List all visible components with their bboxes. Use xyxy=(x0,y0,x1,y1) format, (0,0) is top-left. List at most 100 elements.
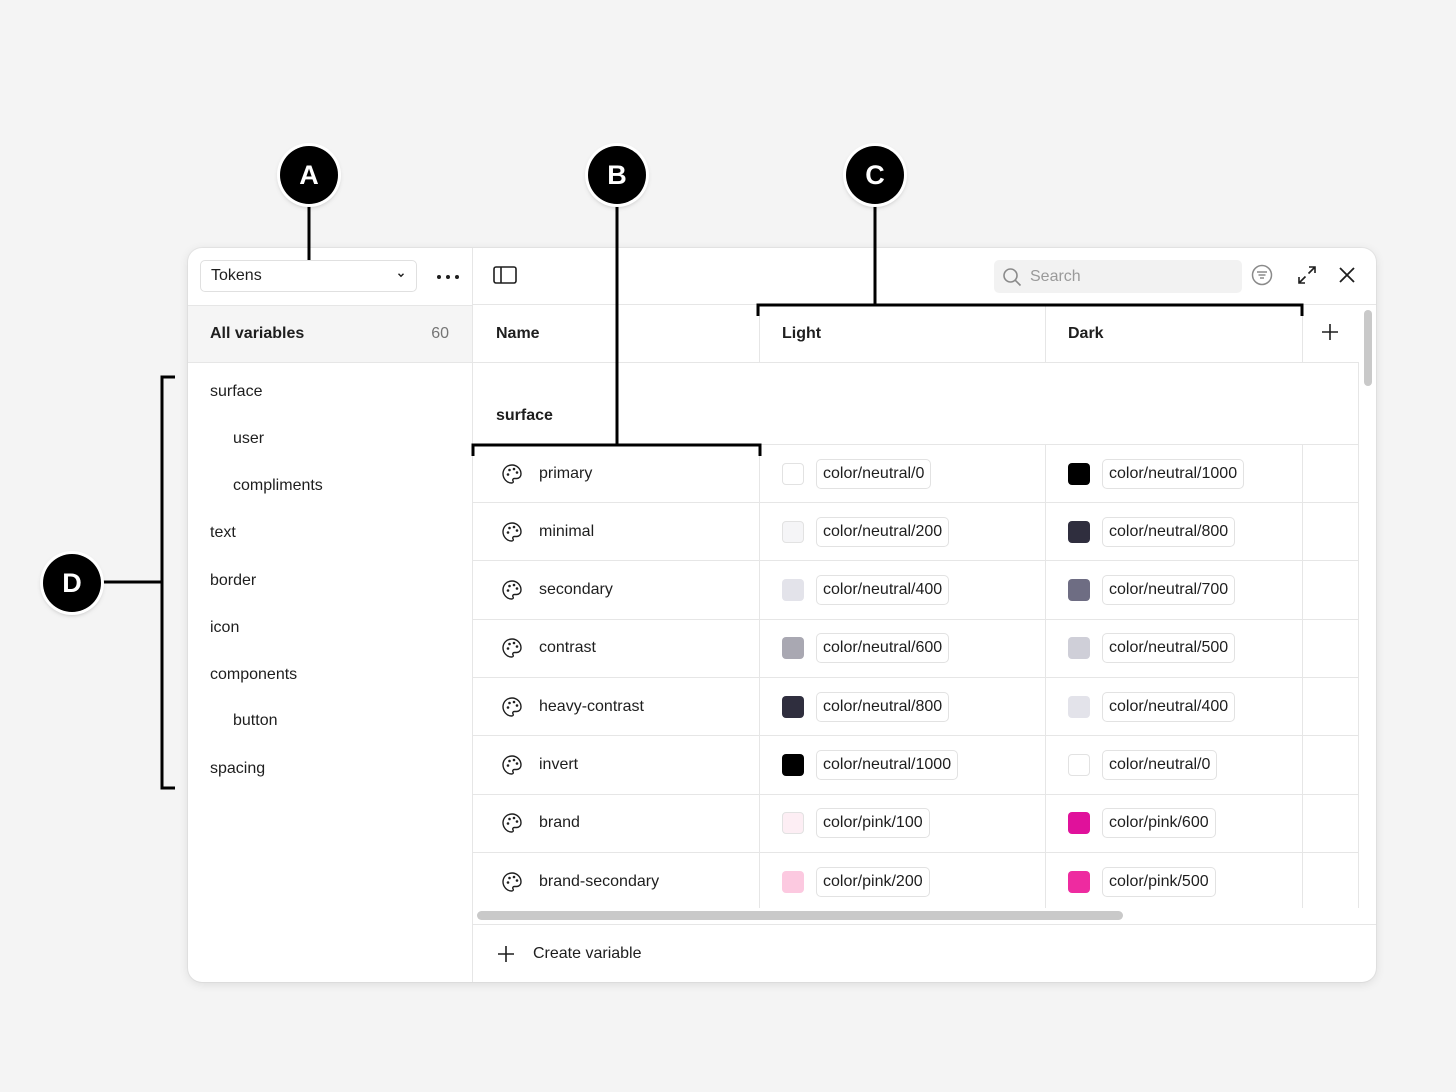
color-swatch[interactable] xyxy=(782,520,804,543)
color-swatch[interactable] xyxy=(782,695,804,718)
dark-value-cell[interactable]: color/neutral/1000 xyxy=(1068,445,1245,502)
alias-pill[interactable]: color/pink/500 xyxy=(1102,866,1216,897)
sidebar-group-label: button xyxy=(233,712,278,729)
light-value-cell[interactable]: color/neutral/200 xyxy=(782,503,950,560)
alias-pill[interactable]: color/neutral/700 xyxy=(1102,575,1236,606)
sidebar-group-spacing[interactable]: spacing xyxy=(188,749,472,789)
light-value-cell[interactable]: color/neutral/600 xyxy=(782,620,950,677)
expand-button[interactable] xyxy=(1293,263,1321,291)
more-options-button[interactable] xyxy=(434,264,462,288)
sidebar-group-button[interactable]: button xyxy=(188,701,472,741)
color-swatch[interactable] xyxy=(782,637,804,660)
color-swatch[interactable] xyxy=(1068,695,1090,718)
light-value-cell[interactable]: color/neutral/800 xyxy=(782,678,950,735)
variable-name-cell[interactable]: brand xyxy=(501,795,580,852)
dark-value-cell[interactable]: color/neutral/500 xyxy=(1068,620,1236,677)
all-variables-count: 60 xyxy=(431,325,449,342)
create-variable-button[interactable]: Create variable xyxy=(497,925,642,982)
light-value-cell[interactable]: color/neutral/0 xyxy=(782,445,932,502)
table-row[interactable]: secondary color/neutral/400 color/neutral/… xyxy=(473,562,1359,620)
alias-pill[interactable]: color/neutral/0 xyxy=(816,458,932,489)
dark-value-cell[interactable]: color/pink/600 xyxy=(1068,795,1216,852)
column-header-dark[interactable]: Dark xyxy=(1068,305,1104,362)
alias-pill[interactable]: color/neutral/1000 xyxy=(1102,458,1245,489)
toggle-sidebar-button[interactable] xyxy=(491,264,519,290)
alias-pill[interactable]: color/neutral/400 xyxy=(816,575,950,606)
color-swatch[interactable] xyxy=(782,579,804,602)
variable-name-cell[interactable]: minimal xyxy=(501,503,594,560)
alias-pill[interactable]: color/pink/200 xyxy=(816,866,930,897)
sidebar-group-compliments[interactable]: compliments xyxy=(188,466,472,506)
alias-pill[interactable]: color/neutral/1000 xyxy=(816,750,959,780)
table-row[interactable]: brand-secondary color/pink/200 color/pink/… xyxy=(473,853,1359,908)
close-button[interactable] xyxy=(1333,263,1361,291)
sidebar-group-icon[interactable]: icon xyxy=(188,608,472,648)
alias-pill[interactable]: color/neutral/400 xyxy=(1102,691,1236,722)
all-variables-item[interactable]: All variables 60 xyxy=(188,305,472,363)
color-swatch[interactable] xyxy=(1068,520,1090,543)
color-swatch[interactable] xyxy=(1068,754,1090,776)
sidebar-group-border[interactable]: border xyxy=(188,561,472,601)
light-value-cell[interactable]: color/pink/100 xyxy=(782,795,930,852)
sidebar-group-label: surface xyxy=(210,383,263,400)
vertical-scrollbar[interactable] xyxy=(1364,310,1372,386)
plus-icon xyxy=(497,945,515,963)
column-header-light[interactable]: Light xyxy=(782,305,821,362)
search-input[interactable] xyxy=(1028,266,1232,287)
color-swatch[interactable] xyxy=(1068,870,1090,893)
horizontal-scrollbar[interactable] xyxy=(477,911,1123,920)
dark-value-cell[interactable]: color/neutral/400 xyxy=(1068,678,1236,735)
light-value-cell[interactable]: color/neutral/1000 xyxy=(782,737,959,794)
dark-value-cell[interactable]: color/neutral/800 xyxy=(1068,503,1236,560)
table-row[interactable]: contrast color/neutral/600 color/neutral/5… xyxy=(473,620,1359,678)
group-header-surface: surface xyxy=(473,363,1359,445)
variable-name-cell[interactable]: heavy-contrast xyxy=(501,678,644,735)
sidebar-group-text[interactable]: text xyxy=(188,513,472,553)
color-swatch[interactable] xyxy=(782,462,804,485)
color-swatch[interactable] xyxy=(782,812,804,835)
variable-name-cell[interactable]: brand-secondary xyxy=(501,853,659,908)
table-right-edge xyxy=(1358,363,1359,908)
column-header-name[interactable]: Name xyxy=(496,305,540,362)
table-row[interactable]: invert color/neutral/1000 color/neutral/0 xyxy=(473,737,1359,795)
alias-pill[interactable]: color/pink/600 xyxy=(1102,808,1216,839)
alias-pill[interactable]: color/neutral/200 xyxy=(816,516,950,547)
dark-value-cell[interactable]: color/pink/500 xyxy=(1068,853,1216,908)
sidebar-group-label: icon xyxy=(210,619,240,636)
alias-pill[interactable]: color/neutral/800 xyxy=(1102,516,1236,547)
sidebar-group-components[interactable]: components xyxy=(188,655,472,695)
color-swatch[interactable] xyxy=(1068,462,1090,485)
sidebar-group-user[interactable]: user xyxy=(188,419,472,459)
light-value-cell[interactable]: color/pink/200 xyxy=(782,853,930,908)
collection-select[interactable]: Tokens xyxy=(200,260,417,292)
table-row[interactable]: heavy-contrast color/neutral/800 color/neu… xyxy=(473,678,1359,737)
dark-value-cell[interactable]: color/neutral/0 xyxy=(1068,737,1218,794)
alias-pill[interactable]: color/neutral/800 xyxy=(816,691,950,722)
color-swatch[interactable] xyxy=(1068,812,1090,835)
table-row[interactable]: brand color/pink/100 color/pink/600 xyxy=(473,795,1359,853)
alias-pill[interactable]: color/neutral/500 xyxy=(1102,633,1236,664)
alias-pill[interactable]: color/neutral/0 xyxy=(1102,750,1218,780)
sidebar-group-label: border xyxy=(210,572,257,589)
alias-pill[interactable]: color/neutral/600 xyxy=(816,633,950,664)
color-swatch[interactable] xyxy=(1068,579,1090,602)
sidebar-group-surface[interactable]: surface xyxy=(188,372,472,412)
search-icon xyxy=(1002,267,1022,287)
variable-name-cell[interactable]: primary xyxy=(501,445,592,502)
color-swatch[interactable] xyxy=(1068,637,1090,660)
color-swatch[interactable] xyxy=(782,870,804,893)
palette-icon xyxy=(501,637,523,659)
variables-panel: Tokens All variables 60 surface user compl… xyxy=(188,248,1376,982)
add-mode-button[interactable] xyxy=(1316,320,1344,348)
light-value-cell[interactable]: color/neutral/400 xyxy=(782,562,950,619)
variable-name-cell[interactable]: contrast xyxy=(501,620,596,677)
color-swatch[interactable] xyxy=(782,754,804,776)
variable-name-cell[interactable]: invert xyxy=(501,737,578,794)
alias-pill[interactable]: color/pink/100 xyxy=(816,808,930,839)
variable-name-cell[interactable]: secondary xyxy=(501,562,613,619)
filter-button[interactable] xyxy=(1248,263,1276,291)
table-row[interactable]: minimal color/neutral/200 color/neutral/80… xyxy=(473,503,1359,562)
expand-icon xyxy=(1297,265,1317,290)
dark-value-cell[interactable]: color/neutral/700 xyxy=(1068,562,1236,619)
table-row[interactable]: primary color/neutral/0 color/neutral/1000 xyxy=(473,445,1359,503)
